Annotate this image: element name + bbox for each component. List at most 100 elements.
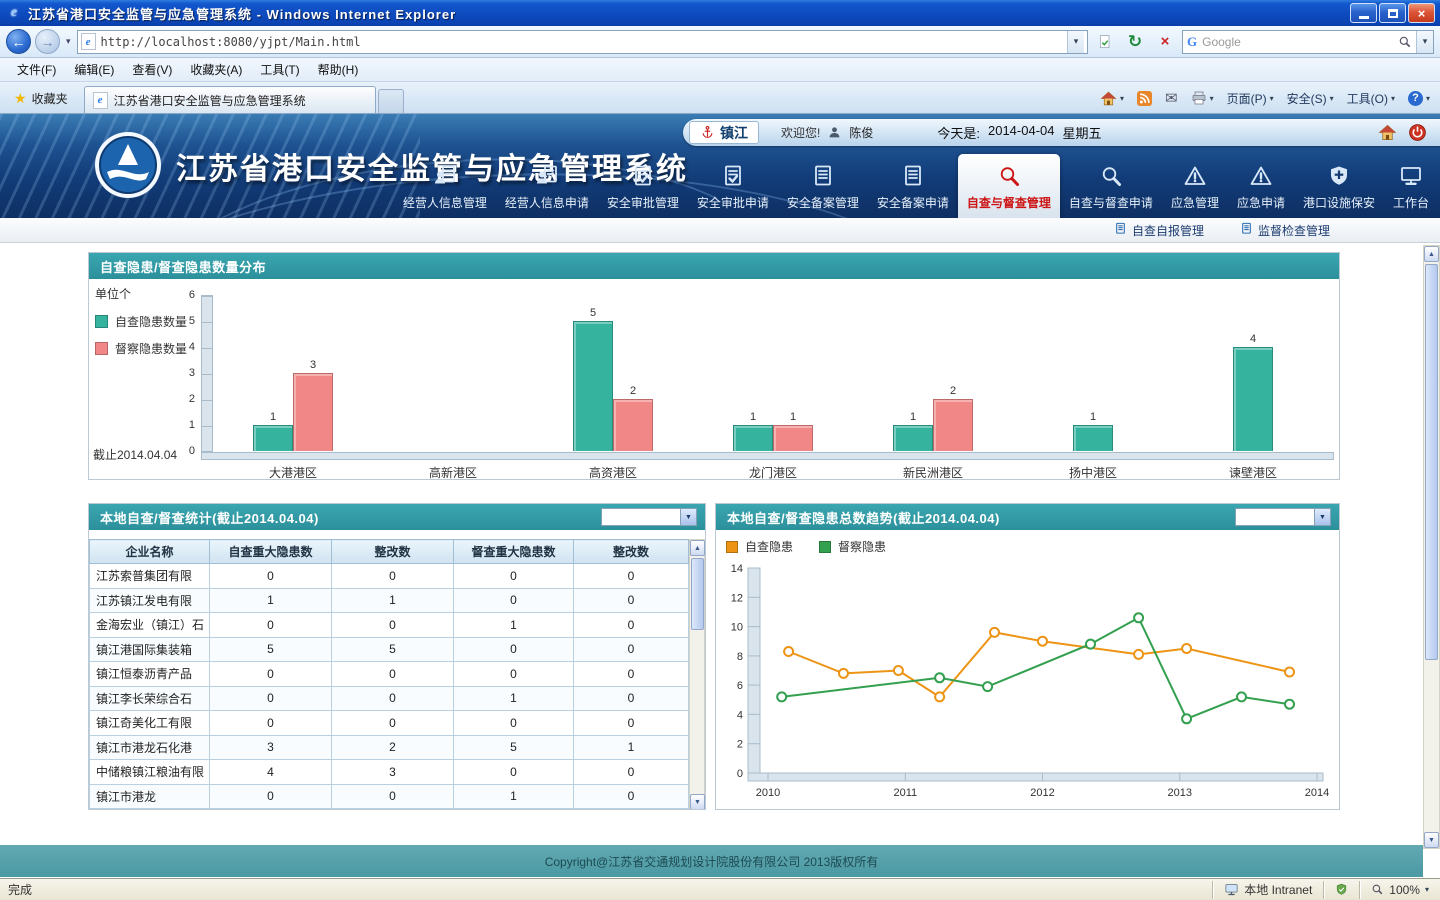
stop-button[interactable]: × xyxy=(1152,29,1178,55)
nav-item-4[interactable]: 安全备案管理 xyxy=(778,158,868,218)
nav-item-label: 自查与督查管理 xyxy=(967,194,1051,211)
logout-button[interactable] xyxy=(1406,122,1428,144)
back-button[interactable]: ← xyxy=(6,29,31,54)
new-tab-button[interactable] xyxy=(378,89,404,113)
safety-menu-label: 安全(S) xyxy=(1287,90,1327,107)
menu-item[interactable]: 编辑(E) xyxy=(65,58,123,81)
stats-table-filter-dropdown[interactable]: ▼ xyxy=(601,508,697,526)
bar-chart-yaxis-labels: 0123456 xyxy=(165,295,197,451)
menu-item[interactable]: 查看(V) xyxy=(123,58,181,81)
home-shortcut-button[interactable] xyxy=(1376,122,1398,144)
compatibility-view-button[interactable] xyxy=(1092,29,1118,55)
doc-check-icon xyxy=(631,164,655,191)
nav-item-11[interactable]: 工作台 xyxy=(1384,158,1438,218)
subnav-item-0[interactable]: 自查自报管理 xyxy=(1114,222,1204,239)
search-icon xyxy=(1398,35,1412,49)
table-row-2[interactable]: 金海宏业（镇江）石0010 xyxy=(90,613,689,638)
browser-tab[interactable]: e 江苏省港口安全监管与应急管理系统 xyxy=(84,86,376,113)
restore-button[interactable] xyxy=(1379,3,1406,23)
app-logo xyxy=(94,131,162,199)
table-row-3[interactable]: 镇江港国际集装箱5500 xyxy=(90,637,689,662)
bar-chart-xaxis xyxy=(201,452,1334,460)
help-button[interactable]: ?▾ xyxy=(1402,86,1436,111)
zoom-control[interactable]: 100% ▾ xyxy=(1359,881,1440,899)
favorites-label: 收藏夹 xyxy=(32,90,68,107)
table-row-6[interactable]: 镇江奇美化工有限0000 xyxy=(90,711,689,736)
page-menu-button[interactable]: 页面(P)▾ xyxy=(1221,86,1280,111)
page-scroll-down-icon[interactable]: ▼ xyxy=(1424,832,1439,848)
security-zone-label: 本地 Intranet xyxy=(1244,881,1312,898)
stats-table-cell: 江苏索普集团有限 xyxy=(90,564,210,589)
menu-item[interactable]: 文件(F) xyxy=(8,58,65,81)
read-mail-button[interactable]: ✉ xyxy=(1159,86,1184,111)
table-row-1[interactable]: 江苏镇江发电有限1100 xyxy=(90,588,689,613)
tools-menu-button[interactable]: 工具(O)▾ xyxy=(1341,86,1401,111)
nav-item-3[interactable]: 安全审批申请 xyxy=(688,158,778,218)
search-dropdown[interactable]: ▾ xyxy=(1416,31,1433,53)
table-row-4[interactable]: 镇江恒泰沥青产品0000 xyxy=(90,662,689,687)
search-box[interactable]: G Google ▾ xyxy=(1182,30,1434,54)
trend-legend-swatch xyxy=(726,541,738,553)
page-scroll-up-icon[interactable]: ▲ xyxy=(1424,246,1439,262)
table-scrollbar[interactable]: ▲ ▼ xyxy=(689,539,705,809)
minimize-icon xyxy=(1359,16,1369,19)
subnav-item-1[interactable]: 监督检查管理 xyxy=(1240,222,1330,239)
table-row-7[interactable]: 镇江市港龙石化港3251 xyxy=(90,735,689,760)
menu-item[interactable]: 工具(T) xyxy=(251,58,308,81)
nav-item-0[interactable]: 经营人信息管理 xyxy=(394,158,496,218)
print-button[interactable]: ▾ xyxy=(1185,86,1220,111)
stats-table-cell: 镇江市港龙石化港 xyxy=(90,735,210,760)
nav-item-10[interactable]: 港口设施保安 xyxy=(1294,158,1384,218)
nav-item-1[interactable]: 经营人信息申请 xyxy=(496,158,598,218)
stats-table-cell: 0 xyxy=(574,784,689,809)
stats-table-cell: 0 xyxy=(574,711,689,736)
bar-xtick-label: 龙门港区 xyxy=(693,464,853,481)
bar-ytick-label: 6 xyxy=(167,289,195,301)
menu-item[interactable]: 收藏夹(A) xyxy=(181,58,251,81)
stats-table-cell: 0 xyxy=(454,711,574,736)
trend-filter-dropdown[interactable]: ▼ xyxy=(1235,508,1331,526)
favorites-button[interactable]: ★ 收藏夹 xyxy=(4,86,78,111)
table-row-8[interactable]: 中储粮镇江粮油有限4300 xyxy=(90,760,689,785)
nav-item-6[interactable]: 自查与督查管理 xyxy=(958,154,1060,218)
nav-item-9[interactable]: 应急申请 xyxy=(1228,158,1294,218)
page-scrollbar-thumb[interactable] xyxy=(1425,264,1438,660)
search-value: Google xyxy=(1202,35,1393,49)
today-value: 2014-04-04 xyxy=(988,123,1055,142)
table-row-0[interactable]: 江苏索普集团有限0000 xyxy=(90,564,689,589)
home-icon xyxy=(1100,90,1117,107)
forward-button[interactable]: → xyxy=(35,29,60,54)
bar-chart-plot: 1352111214 xyxy=(213,295,1333,451)
bar-value-label: 2 xyxy=(604,385,662,397)
safety-menu-button[interactable]: 安全(S)▾ xyxy=(1281,86,1340,111)
stats-table-cell: 5 xyxy=(332,637,454,662)
printer-icon xyxy=(1191,90,1207,106)
nav-item-5[interactable]: 安全备案申请 xyxy=(868,158,958,218)
table-scrollbar-thumb[interactable] xyxy=(691,558,704,630)
page-scrollbar[interactable]: ▲ ▼ xyxy=(1423,245,1440,849)
nav-item-2[interactable]: 安全审批管理 xyxy=(598,158,688,218)
table-row-5[interactable]: 镇江李长荣综合石0010 xyxy=(90,686,689,711)
trend-legend-label: 督察隐患 xyxy=(838,538,886,555)
nav-item-8[interactable]: 应急管理 xyxy=(1162,158,1228,218)
history-dropdown-icon[interactable]: ▾ xyxy=(64,36,73,47)
stats-table-cell: 0 xyxy=(332,613,454,638)
trend-filter-value xyxy=(1236,509,1314,525)
page-dropdown-icon: ▾ xyxy=(1270,94,1274,103)
svg-text:2014: 2014 xyxy=(1305,787,1329,799)
home-button[interactable]: ▾ xyxy=(1094,86,1130,111)
table-row-9[interactable]: 镇江市港龙0010 xyxy=(90,784,689,809)
nav-item-7[interactable]: 自查与督查申请 xyxy=(1060,158,1162,218)
table-scroll-down-icon[interactable]: ▼ xyxy=(690,794,705,809)
address-bar[interactable]: e http://localhost:8080/yjpt/Main.html ▾ xyxy=(77,30,1088,54)
today-label: 今天是: xyxy=(937,123,980,142)
close-button[interactable]: × xyxy=(1408,3,1435,23)
refresh-button[interactable]: ↻ xyxy=(1122,29,1148,55)
search-button[interactable] xyxy=(1393,31,1416,53)
address-dropdown[interactable]: ▾ xyxy=(1067,31,1084,53)
feeds-button[interactable] xyxy=(1131,86,1158,111)
zoom-icon xyxy=(1371,883,1384,896)
table-scroll-up-icon[interactable]: ▲ xyxy=(690,540,705,556)
menu-item[interactable]: 帮助(H) xyxy=(309,58,368,81)
minimize-button[interactable] xyxy=(1350,3,1377,23)
